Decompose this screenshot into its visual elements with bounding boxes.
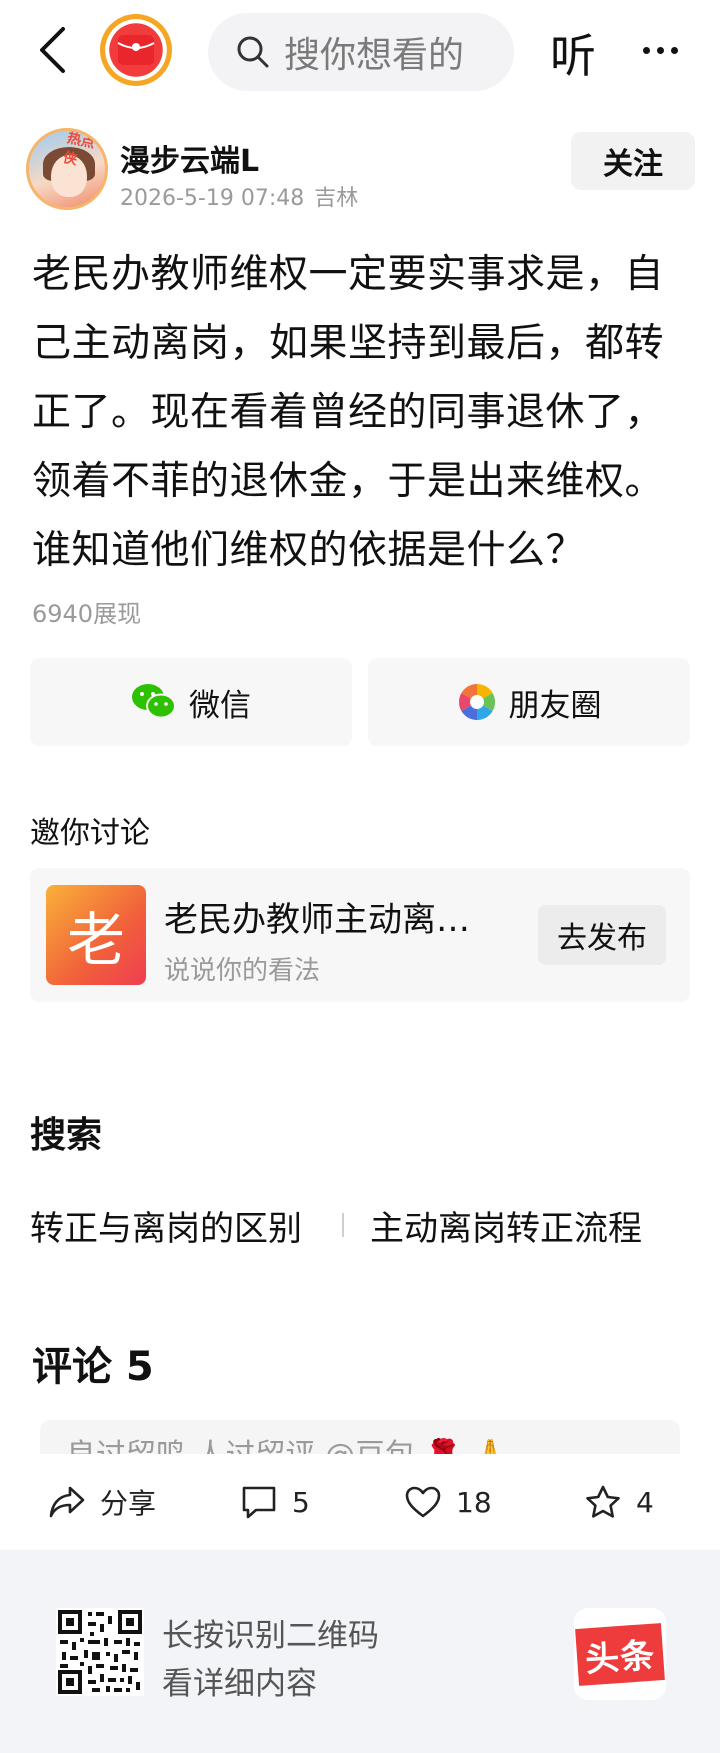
footer-detail-hint: 看详细内容 [162, 1666, 317, 1702]
share-moments-label: 朋友圈 [508, 687, 602, 724]
qr-code[interactable] [56, 1608, 144, 1696]
like-button[interactable]: 18 [404, 1456, 492, 1548]
favorite-count: 4 [636, 1485, 654, 1519]
share-wechat-button[interactable]: 微信 [30, 658, 352, 746]
post-location: 吉林 [314, 186, 359, 211]
footer-qr-hint: 长按识别二维码 [162, 1618, 379, 1654]
author-name[interactable]: 漫步云端L [120, 136, 259, 180]
share-button[interactable]: 分享 [48, 1456, 156, 1548]
comment-button[interactable]: 5 [240, 1456, 310, 1548]
red-envelope-icon [117, 35, 155, 65]
search-placeholder: 搜你想看的 [284, 35, 465, 76]
post-datetime: 2026-5-19 07:48 [120, 186, 305, 211]
share-label: 分享 [100, 1487, 157, 1520]
search-section-title: 搜索 [30, 1115, 103, 1156]
follow-button[interactable]: 关注 [571, 132, 695, 190]
more-options-icon[interactable] [632, 22, 688, 78]
like-count: 18 [456, 1485, 492, 1519]
view-count: 6940展现 [32, 600, 142, 628]
avatar-badge: 热点侠 [61, 130, 97, 169]
topic-thumbnail: 老 [46, 885, 146, 985]
qr-code-icon [56, 1608, 144, 1696]
moments-camera-icon [458, 684, 495, 720]
toutiao-logo-icon: 头条 [574, 1608, 666, 1700]
listen-button[interactable]: 听 [550, 20, 596, 86]
app-logo-icon[interactable] [100, 14, 172, 86]
star-icon [586, 1485, 620, 1518]
search-suggestion[interactable]: 主动离岗转正流程 [370, 1201, 642, 1250]
wechat-icon [132, 684, 176, 719]
comment-bubble-icon [242, 1486, 276, 1519]
post-text: 老民办教师维权一定要实事求是，自己主动离岗，如果坚持到最后，都转正了。现在看着曾… [32, 252, 665, 573]
favorite-button[interactable]: 4 [584, 1456, 654, 1548]
comment-preview[interactable]: 良过留鸣 人过留评 @豆包 🌹 🙏 [40, 1420, 680, 1454]
share-moments-button[interactable]: 朋友圈 [368, 658, 690, 746]
comments-title: 评论 5 [32, 1344, 154, 1390]
share-arrow-icon [49, 1486, 85, 1518]
action-bar: 分享 5 18 4 [0, 1456, 720, 1548]
toutiao-logo-text: 头条 [575, 1622, 665, 1686]
divider [342, 1213, 344, 1237]
publish-button[interactable]: 去发布 [538, 905, 666, 965]
search-icon [237, 36, 269, 68]
topic-subtitle: 说说你的看法 [164, 956, 321, 986]
back-button[interactable] [28, 22, 76, 78]
discuss-section-label: 邀你讨论 [30, 816, 150, 851]
post-meta: 2026-5-19 07:48 吉林 [120, 180, 358, 212]
comment-count: 5 [292, 1485, 310, 1519]
back-arrow-icon [40, 27, 65, 73]
footer-banner: 长按识别二维码 看详细内容 头条 [0, 1550, 720, 1753]
topic-title: 老民办教师主动离岗转正 [164, 900, 494, 940]
search-suggestion[interactable]: 转正与离岗的区别 [30, 1201, 302, 1250]
search-suggestions: 转正与离岗的区别 主动离岗转正流程 [30, 1198, 690, 1252]
heart-icon [405, 1486, 441, 1518]
comment-preview-text: 良过留鸣 人过留评 @豆包 🌹 🙏 [66, 1430, 509, 1454]
discuss-card[interactable]: 老 老民办教师主动离岗转正 说说你的看法 去发布 [30, 868, 690, 1002]
author-header: 热点侠 漫步云端L 2026-5-19 07:48 吉林 关注 [26, 128, 696, 212]
share-row: 微信 朋友圈 [30, 658, 690, 746]
share-wechat-label: 微信 [189, 687, 251, 724]
top-bar: 搜你想看的 听 [0, 0, 720, 104]
avatar[interactable]: 热点侠 [26, 128, 108, 210]
search-input[interactable]: 搜你想看的 [208, 13, 514, 91]
